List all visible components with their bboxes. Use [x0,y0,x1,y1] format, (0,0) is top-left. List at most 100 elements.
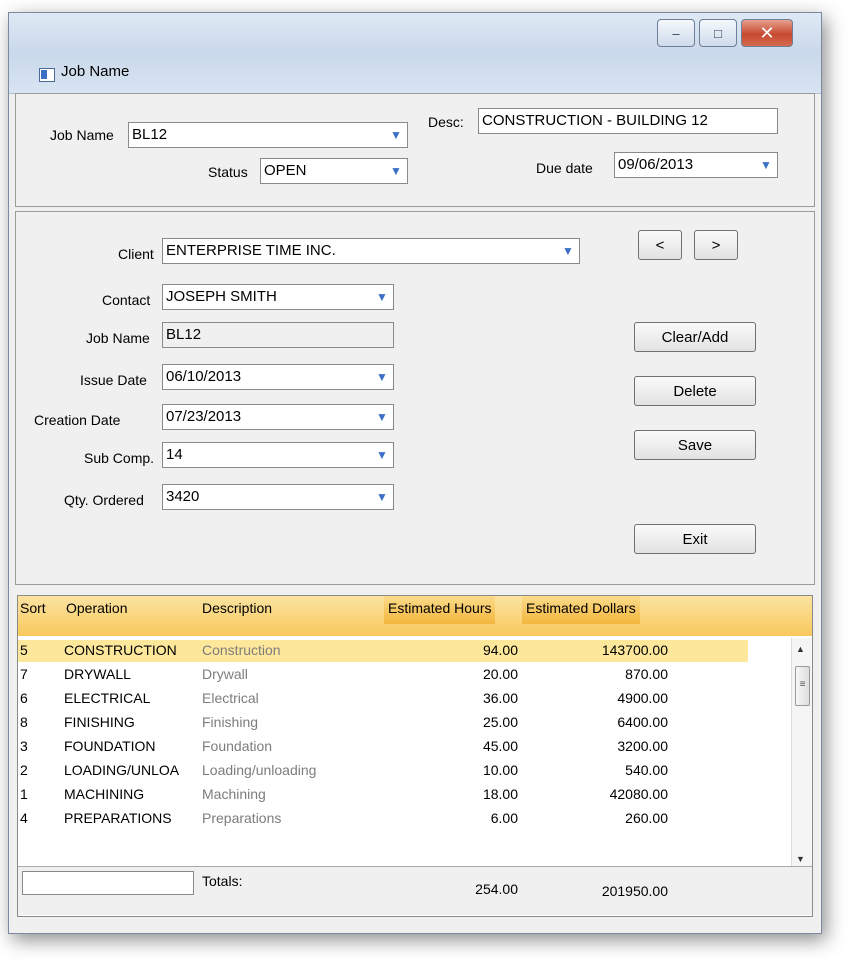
total-hours: 254.00 [475,881,518,897]
table-row[interactable]: 5 CONSTRUCTION Construction 94.00 143700… [18,640,748,662]
totals-spacer [22,871,194,895]
contact-combo[interactable]: JOSEPH SMITH ▼ [162,284,394,310]
qty-ordered-value: 3420 [166,488,200,505]
clear-add-button[interactable]: Clear/Add [634,322,756,352]
next-record-button[interactable]: > [694,230,738,260]
status-combo[interactable]: OPEN ▼ [260,158,408,184]
cell-operation: CONSTRUCTION [64,642,177,658]
issue-date-label: Issue Date [80,372,147,388]
cell-hours: 10.00 [482,762,518,778]
cell-dollars: 143700.00 [601,642,668,658]
save-button[interactable]: Save [634,430,756,460]
chevron-down-icon[interactable]: ▼ [387,161,405,181]
minimize-button[interactable]: – [657,19,695,47]
total-dollars: 201950.00 [601,883,668,899]
creation-date-value: 07/23/2013 [166,408,242,425]
cell-dollars: 870.00 [625,666,668,682]
header-estimated-hours[interactable]: Estimated Hours [384,596,496,624]
header-estimated-dollars[interactable]: Estimated Dollars [522,596,640,624]
detail-job-name-field: BL12 [162,322,394,348]
details-panel: Client ENTERPRISE TIME INC. ▼ Contact JO… [15,211,815,585]
cell-operation: FINISHING [64,714,135,730]
chevron-down-icon[interactable]: ▼ [387,125,405,145]
cell-dollars: 540.00 [625,762,668,778]
totals-row: Totals: 254.00 201950.00 [18,866,812,915]
chevron-down-icon[interactable]: ▼ [373,445,391,465]
table-row[interactable]: 3 FOUNDATION Foundation 45.00 3200.00 [18,736,748,758]
cell-hours: 94.00 [482,642,518,658]
table-row[interactable]: 4 PREPARATIONS Preparations 6.00 260.00 [18,808,748,830]
table-row[interactable]: 2 LOADING/UNLOA Loading/unloading 10.00 … [18,760,748,782]
header-operation[interactable]: Operation [66,600,127,616]
cell-sort: 1 [20,786,28,802]
scroll-thumb[interactable]: ≡ [795,666,810,706]
chevron-down-icon[interactable]: ▼ [757,155,775,175]
issue-date-combo[interactable]: 06/10/2013 ▼ [162,364,394,390]
job-name-label: Job Name [50,127,114,143]
client-value: ENTERPRISE TIME INC. [166,242,336,259]
cell-description: Foundation [202,738,273,754]
due-date-combo[interactable]: 09/06/2013 ▼ [614,152,778,178]
table-row[interactable]: 1 MACHINING Machining 18.00 42080.00 [18,784,748,806]
app-icon [39,68,55,82]
cell-operation: FOUNDATION [64,738,156,754]
job-name-value: BL12 [132,126,168,143]
cell-sort: 5 [20,642,28,658]
cell-hours: 6.00 [490,810,518,826]
chevron-down-icon[interactable]: ▼ [373,367,391,387]
contact-label: Contact [102,292,151,308]
prev-record-button[interactable]: < [638,230,682,260]
scroll-down-icon[interactable]: ▼ [796,854,805,864]
grid-scrollbar[interactable]: ▲ ≡ ▼ [791,638,812,870]
desc-label: Desc: [428,114,464,130]
client-combo[interactable]: ENTERPRISE TIME INC. ▼ [162,238,580,264]
totals-label: Totals: [202,873,243,889]
cell-hours: 45.00 [482,738,518,754]
sub-comp-label: Sub Comp. [84,450,155,466]
cell-description: Loading/unloading [202,762,317,778]
cell-description: Electrical [202,690,259,706]
cell-dollars: 4900.00 [617,690,668,706]
table-row[interactable]: 8 FINISHING Finishing 25.00 6400.00 [18,712,748,734]
header-sort[interactable]: Sort [20,600,46,616]
cell-sort: 7 [20,666,28,682]
qty-ordered-combo[interactable]: 3420 ▼ [162,484,394,510]
detail-job-name-label: Job Name [86,330,150,346]
desc-input[interactable]: CONSTRUCTION - BUILDING 12 [478,108,778,134]
chevron-down-icon[interactable]: ▼ [373,487,391,507]
table-row[interactable]: 6 ELECTRICAL Electrical 36.00 4900.00 [18,688,748,710]
close-button[interactable]: ✕ [741,19,793,47]
exit-button[interactable]: Exit [634,524,756,554]
cell-hours: 20.00 [482,666,518,682]
creation-date-combo[interactable]: 07/23/2013 ▼ [162,404,394,430]
cell-operation: LOADING/UNLOA [64,762,180,778]
header-description[interactable]: Description [202,600,272,616]
job-window: Job Name – □ ✕ Job Name BL12 ▼ Desc: CON… [8,12,822,934]
cell-dollars: 6400.00 [617,714,668,730]
chevron-down-icon[interactable]: ▼ [373,407,391,427]
status-label: Status [208,164,248,180]
client-label: Client [118,246,154,262]
cell-description: Drywall [202,666,248,682]
chevron-down-icon[interactable]: ▼ [559,241,577,261]
cell-hours: 25.00 [482,714,518,730]
cell-description: Construction [202,642,281,658]
cell-hours: 18.00 [482,786,518,802]
table-row[interactable]: 7 DRYWALL Drywall 20.00 870.00 [18,664,748,686]
cell-sort: 2 [20,762,28,778]
cell-sort: 8 [20,714,28,730]
chevron-down-icon[interactable]: ▼ [373,287,391,307]
cell-operation: MACHINING [64,786,145,802]
cell-dollars: 260.00 [625,810,668,826]
job-name-combo[interactable]: BL12 ▼ [128,122,408,148]
delete-button[interactable]: Delete [634,376,756,406]
scroll-up-icon[interactable]: ▲ [796,644,805,654]
cell-sort: 4 [20,810,28,826]
maximize-button[interactable]: □ [699,19,737,47]
sub-comp-combo[interactable]: 14 ▼ [162,442,394,468]
cell-dollars: 42080.00 [609,786,668,802]
cell-operation: DRYWALL [64,666,131,682]
due-date-value: 09/06/2013 [618,156,694,173]
cell-operation: PREPARATIONS [64,810,172,826]
cell-description: Preparations [202,810,282,826]
